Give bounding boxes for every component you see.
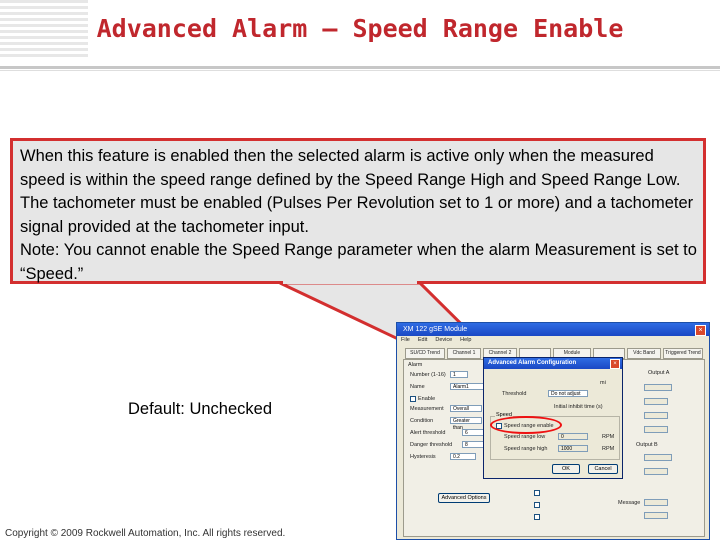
callout-tail-joint (283, 281, 417, 284)
inhibit-label: Initial inhibit time (s) (554, 404, 603, 410)
output-b-label: Output B (636, 442, 658, 448)
speed-range-low-label: Speed range low (504, 434, 546, 440)
right-field-7[interactable] (644, 499, 668, 506)
dialog-close-icon[interactable]: × (610, 359, 620, 369)
copyright-footer: Copyright © 2009 Rockwell Automation, In… (5, 528, 286, 539)
alert-threshold-label: Alert threshold (410, 430, 446, 436)
advanced-options-button[interactable]: Advanced Options (438, 493, 490, 503)
menu-help[interactable]: Help (460, 336, 471, 345)
condition-label: Condition (410, 418, 434, 424)
tab-triggered-trend[interactable]: Triggered Trend (663, 348, 703, 359)
right-field-6[interactable] (644, 468, 668, 475)
condition-select[interactable]: Greater than (450, 417, 482, 431)
window-titlebar: XM 122 gSE Module (397, 323, 709, 336)
output-a-label: Output A (648, 370, 670, 376)
multiplier-suffix: mi (600, 380, 606, 386)
speed-range-low-field[interactable]: 0 (558, 433, 588, 440)
enable-label: Enable (418, 396, 436, 402)
number-field[interactable]: 1 (450, 371, 468, 378)
name-field[interactable]: Alarm1 (450, 383, 484, 390)
hysteresis-label: Hysteresis (410, 454, 436, 460)
name-label: Name (410, 384, 425, 390)
right-field-4[interactable] (644, 426, 668, 433)
tab-su-cd-trend[interactable]: SU/CD Trend (405, 348, 445, 359)
tab-vdc-band[interactable]: Vdc Band (627, 348, 661, 359)
enable-checkbox[interactable] (410, 396, 416, 402)
cancel-button[interactable]: Cancel (588, 464, 618, 474)
menu-edit[interactable]: Edit (418, 336, 427, 345)
description-callout: When this feature is enabled then the se… (10, 138, 706, 284)
relay-checkbox-3[interactable] (534, 514, 540, 520)
right-field-5[interactable] (644, 454, 672, 461)
ok-button[interactable]: OK (552, 464, 580, 474)
default-value-label: Default: Unchecked (128, 400, 272, 418)
right-field-1[interactable] (644, 384, 672, 391)
speed-range-high-field[interactable]: 1000 (558, 445, 588, 452)
measurement-select[interactable]: Overall (450, 405, 482, 412)
dialog-titlebar: Advanced Alarm Configuration (484, 358, 622, 369)
right-field-8[interactable] (644, 512, 668, 519)
menu-file[interactable]: File (401, 336, 410, 345)
menu-device[interactable]: Device (435, 336, 452, 345)
close-icon[interactable]: × (695, 325, 706, 336)
speed-range-high-unit: RPM (602, 446, 615, 452)
alarm-group-label: Alarm (408, 362, 423, 368)
speed-range-highlight-ellipse (490, 416, 562, 434)
right-field-2[interactable] (644, 398, 668, 405)
relay-checkbox-1[interactable] (534, 490, 540, 496)
threshold-label: Threshold (502, 391, 527, 397)
danger-threshold-label: Danger threshold (410, 442, 453, 448)
speed-range-high-label: Speed range high (504, 446, 548, 452)
right-field-3[interactable] (644, 412, 668, 419)
measurement-label: Measurement (410, 406, 444, 412)
speed-range-low-unit: RPM (602, 434, 615, 440)
feature-description: When this feature is enabled then the se… (20, 147, 694, 236)
message-label: Message (618, 500, 641, 506)
relay-checkbox-2[interactable] (534, 502, 540, 508)
feature-note: Note: You cannot enable the Speed Range … (20, 241, 697, 283)
hysteresis-field[interactable]: 0.2 (450, 453, 476, 460)
number-label: Number (1-16) (410, 372, 446, 378)
menu-bar: File Edit Device Help (397, 336, 709, 345)
threshold-select[interactable]: Do not adjust (548, 390, 588, 397)
tab-channel-1[interactable]: Channel 1 (447, 348, 481, 359)
